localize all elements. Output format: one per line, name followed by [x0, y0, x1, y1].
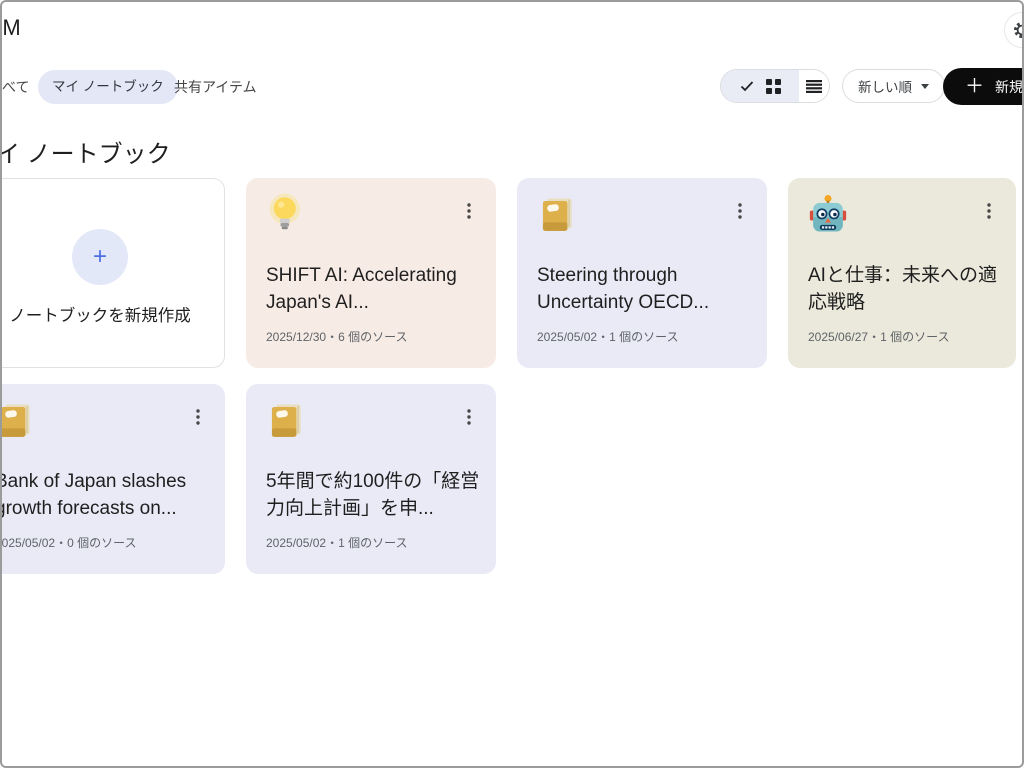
robot-emoji-icon [806, 193, 850, 237]
notebook-date: 2025/05/02 [266, 536, 326, 550]
card-menu-button[interactable] [185, 404, 211, 430]
notebook-title: Steering through Uncertainty OECD... [537, 262, 751, 316]
card-menu-button[interactable] [976, 198, 1002, 224]
card-menu-button[interactable] [456, 404, 482, 430]
notebook-emoji-icon [535, 193, 579, 237]
gear-icon [1012, 20, 1024, 40]
notebook-meta: 2025/12/30・6 個のソース [266, 328, 408, 345]
create-notebook-card[interactable]: + ノートブックを新規作成 [0, 178, 225, 368]
notebook-sources: 0 個のソース [67, 536, 136, 550]
kebab-icon [467, 409, 471, 425]
notebook-date: 2025/12/30 [266, 330, 326, 344]
kebab-icon [196, 409, 200, 425]
lightbulb-emoji-icon [264, 193, 308, 237]
list-icon [806, 80, 822, 93]
tab-my-notebooks[interactable]: マイ ノートブック [38, 70, 178, 104]
meta-separator: ・ [868, 330, 880, 344]
notebook-title: 5年間で約100件の「経営力向上計画」を申... [266, 468, 480, 522]
notebook-meta: 2025/05/02・0 個のソース [0, 534, 137, 551]
view-toggle [720, 69, 830, 103]
notebook-meta: 2025/05/02・1 個のソース [266, 534, 408, 551]
notebook-date: 2025/05/02 [0, 536, 55, 550]
notebook-meta: 2025/05/02・1 個のソース [537, 328, 679, 345]
notebook-sources: 6 個のソース [338, 330, 407, 344]
notebook-card[interactable]: AIと仕事：未来への適応戦略 2025/06/27・1 個のソース [788, 178, 1016, 368]
notebook-meta: 2025/06/27・1 個のソース [808, 328, 950, 345]
create-button-label: 新規作成 [995, 77, 1024, 97]
create-card-label: ノートブックを新規作成 [0, 302, 224, 326]
sort-label: 新しい順 [858, 76, 912, 96]
list-view-button[interactable] [799, 70, 829, 102]
notebook-sources: 1 個のソース [338, 536, 407, 550]
card-menu-button[interactable] [727, 198, 753, 224]
grid-icon [766, 79, 781, 94]
plus-circle[interactable]: + [72, 229, 128, 285]
notebook-emoji-icon [0, 399, 37, 443]
notebook-card[interactable]: Steering through Uncertainty OECD... 202… [517, 178, 767, 368]
grid-view-button[interactable] [721, 70, 799, 102]
plus-icon: ＋ [965, 77, 984, 96]
notebook-title: Bank of Japan slashes growth forecasts o… [0, 468, 209, 522]
settings-button[interactable] [1004, 12, 1024, 48]
tab-all[interactable]: すべて [0, 70, 29, 104]
notebook-date: 2025/05/02 [537, 330, 597, 344]
plus-icon: + [93, 243, 107, 271]
notebook-sources: 1 個のソース [609, 330, 678, 344]
meta-separator: ・ [326, 536, 338, 550]
create-notebook-button[interactable]: ＋ 新規作成 [943, 68, 1024, 105]
card-menu-button[interactable] [456, 198, 482, 224]
page-title: マイ ノートブック [0, 134, 171, 169]
meta-separator: ・ [55, 536, 67, 550]
chevron-down-icon [921, 84, 929, 89]
check-icon [739, 78, 755, 94]
meta-separator: ・ [597, 330, 609, 344]
sort-dropdown[interactable]: 新しい順 [842, 69, 945, 103]
tab-shared[interactable]: 共有アイテム [174, 70, 257, 104]
notebook-title: SHIFT AI: Accelerating Japan's AI... [266, 262, 480, 316]
app-window: NotebookLM すべて マイ ノートブック 共有アイテム [0, 0, 1024, 768]
notebook-card[interactable]: Bank of Japan slashes growth forecasts o… [0, 384, 225, 574]
notebook-date: 2025/06/27 [808, 330, 868, 344]
notebook-sources: 1 個のソース [880, 330, 949, 344]
kebab-icon [738, 203, 742, 219]
notebook-card[interactable]: 5年間で約100件の「経営力向上計画」を申... 2025/05/02・1 個の… [246, 384, 496, 574]
app-logo: NotebookLM [0, 15, 21, 41]
notebook-card[interactable]: SHIFT AI: Accelerating Japan's AI... 202… [246, 178, 496, 368]
notebook-emoji-icon [264, 399, 308, 443]
notebook-title: AIと仕事：未来への適応戦略 [808, 262, 1002, 316]
kebab-icon [987, 203, 991, 219]
meta-separator: ・ [326, 330, 338, 344]
kebab-icon [467, 203, 471, 219]
